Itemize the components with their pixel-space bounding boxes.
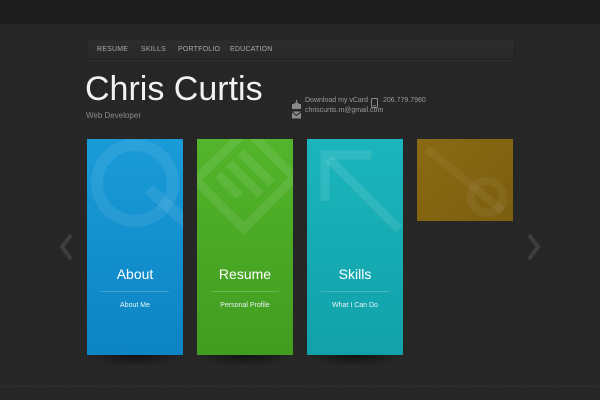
email-icon — [291, 106, 302, 124]
carousel-next-arrow[interactable] — [527, 233, 541, 261]
tile-resume-shadow — [197, 355, 293, 367]
tile-skills-title: Skills — [338, 266, 372, 282]
nav-item-portfolio[interactable]: PORTFOLIO — [178, 45, 220, 54]
document-icon — [197, 139, 293, 235]
tile-skills-shadow — [307, 355, 403, 367]
vcard-link[interactable]: Download my vCard — [305, 96, 368, 105]
tile-partial[interactable] — [417, 139, 513, 221]
nav-item-resume[interactable]: RESUME — [97, 45, 128, 54]
magnifier-icon — [91, 139, 183, 228]
site-subtitle: Web Developer — [86, 111, 141, 120]
tile-about-title: About — [116, 266, 154, 282]
tile-resume-title: Resume — [218, 266, 272, 282]
tile-skills-subtitle: What I Can Do — [332, 302, 378, 309]
arrow-up-left-icon — [320, 150, 403, 233]
tile-resume[interactable]: Resume Personal Profile — [197, 139, 293, 355]
tile-about-divider — [101, 291, 169, 292]
tile-skills-divider — [321, 291, 389, 292]
nav-item-education[interactable]: EDUCATION — [230, 45, 273, 54]
email-address[interactable]: chriscurtis.m@gmail.com — [305, 106, 383, 115]
tile-about-shadow — [87, 355, 183, 367]
carousel-prev-arrow[interactable] — [59, 233, 73, 261]
nav-item-skills[interactable]: SKILLS — [141, 45, 166, 54]
tile-partial-icon — [424, 145, 507, 217]
site-title: Chris Curtis — [85, 70, 263, 108]
main-nav: RESUME SKILLS PORTFOLIO EDUCATION — [86, 39, 515, 60]
tile-resume-subtitle: Personal Profile — [220, 302, 270, 309]
phone-number: 206.779.7960 — [383, 97, 426, 104]
tile-skills[interactable]: Skills What I Can Do — [307, 139, 403, 355]
tile-about-subtitle: About Me — [120, 302, 150, 309]
tile-about[interactable]: About About Me — [87, 139, 183, 355]
footer-divider — [0, 386, 600, 387]
top-texture-strip — [0, 0, 600, 24]
tile-resume-divider — [211, 291, 279, 292]
